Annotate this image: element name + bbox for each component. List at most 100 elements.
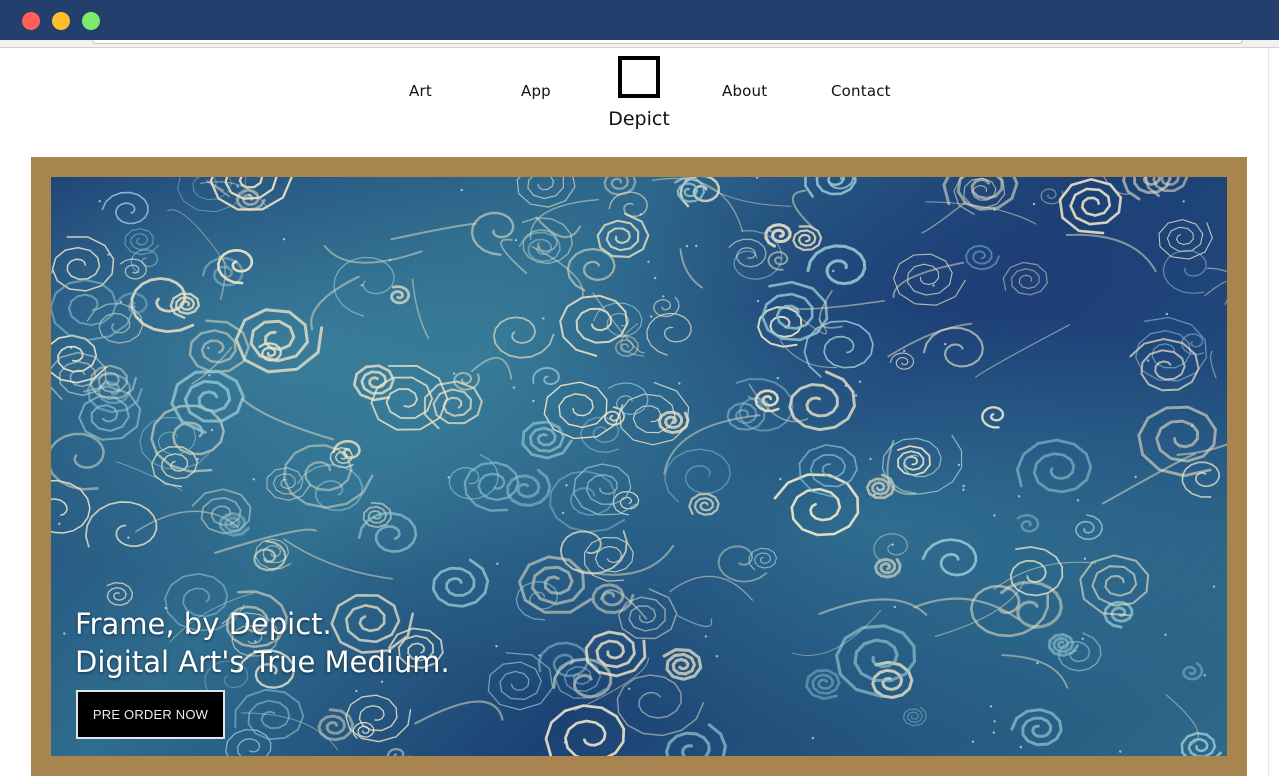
swirl-stroke [1182, 662, 1204, 681]
star-dot [447, 476, 450, 479]
window-zoom-icon[interactable] [82, 12, 100, 30]
swirl-stroke [170, 369, 246, 434]
star-dot [69, 346, 73, 349]
star-dot [989, 705, 993, 708]
swirl-stroke [806, 244, 867, 286]
swirl-stroke [544, 704, 626, 756]
swirl-stroke [764, 223, 792, 248]
address-bar[interactable] [92, 40, 1243, 44]
star-dot [127, 536, 130, 539]
star-dot [1212, 585, 1216, 588]
wave-stroke [1001, 654, 1069, 689]
nav-link-app[interactable]: App [521, 82, 551, 100]
wave-stroke [323, 244, 423, 264]
swirl-stroke [543, 381, 624, 440]
star-dot [107, 253, 110, 256]
swirl-stroke [532, 366, 560, 386]
swirl-stroke [1162, 249, 1207, 295]
star-dot [1119, 750, 1122, 753]
star-dot [932, 284, 935, 287]
wave-stroke [500, 238, 528, 275]
window-titlebar [0, 0, 1279, 40]
swirl-stroke [646, 312, 692, 356]
swirl-stroke [965, 244, 1000, 271]
star-dot [628, 687, 631, 690]
swirl-stroke [106, 581, 134, 606]
star-dot [1165, 312, 1169, 316]
swirl-stroke [225, 728, 272, 756]
star-dot [993, 514, 996, 517]
swirl-stroke [1002, 261, 1048, 296]
star-dot [962, 484, 965, 488]
wave-stroke [1204, 280, 1227, 305]
swirl-stroke [803, 320, 874, 378]
wave-stroke [283, 538, 394, 580]
star-dot [695, 244, 698, 248]
swirl-stroke [1129, 337, 1200, 392]
wave-stroke [779, 340, 838, 369]
wave-stroke [1209, 350, 1217, 379]
star-dot [1164, 633, 1167, 636]
square-outline-icon [618, 56, 660, 98]
star-dot [496, 562, 499, 565]
star-dot [58, 522, 61, 525]
star-dot [649, 315, 653, 318]
swirl-stroke [893, 253, 966, 306]
star-dot [715, 655, 719, 658]
star-dot [1146, 359, 1150, 362]
star-dot [654, 276, 657, 280]
scrollbar[interactable] [1268, 48, 1279, 776]
star-dot [248, 193, 251, 197]
swirl-stroke [902, 706, 927, 727]
swirl-stroke [688, 492, 720, 516]
star-dot [196, 457, 199, 461]
star-dot [873, 493, 876, 497]
swirl-stroke [664, 723, 728, 756]
star-dot [832, 269, 835, 273]
swirl-stroke [51, 236, 115, 292]
star-dot [119, 300, 123, 304]
star-dot [532, 399, 535, 403]
swirl-stroke [1135, 316, 1208, 382]
star-dot [98, 200, 101, 203]
browser-toolbar [0, 40, 1279, 48]
star-dot [755, 177, 759, 179]
star-dot [869, 457, 872, 461]
swirl-stroke [386, 747, 411, 756]
star-dot [355, 689, 358, 693]
star-dot [460, 188, 463, 192]
swirl-stroke [617, 588, 678, 640]
swirl-stroke [608, 382, 649, 415]
swirl-stroke [608, 191, 648, 218]
wave-stroke [310, 275, 360, 331]
swirl-stroke [357, 511, 418, 553]
wave-stroke [677, 615, 713, 627]
star-dot [565, 484, 568, 487]
depict-logo[interactable]: Depict [602, 56, 676, 136]
window-close-icon[interactable] [22, 12, 40, 30]
swirl-stroke [169, 292, 201, 319]
swirl-stroke [492, 316, 555, 359]
star-dot [844, 384, 847, 387]
star-dot [1032, 202, 1036, 206]
swirl-stroke [521, 420, 573, 460]
star-dot [858, 380, 862, 383]
star-dot [1083, 557, 1087, 560]
swirl-stroke [506, 468, 552, 507]
swirl-stroke [662, 648, 703, 681]
nav-link-contact[interactable]: Contact [831, 82, 891, 100]
swirl-stroke [805, 668, 841, 701]
swirl-stroke [889, 352, 915, 370]
nav-link-art[interactable]: Art [409, 82, 432, 100]
wave-stroke [1165, 694, 1199, 746]
swirl-stroke [1079, 554, 1150, 617]
wave-stroke [669, 575, 753, 601]
pre-order-button[interactable]: PRE ORDER NOW [76, 690, 225, 739]
swirl-stroke [390, 285, 411, 305]
star-dot [1019, 745, 1023, 749]
swirl-stroke [921, 538, 978, 577]
window-minimize-icon[interactable] [52, 12, 70, 30]
nav-link-about[interactable]: About [722, 82, 767, 100]
swirl-stroke [981, 406, 1005, 429]
swirl-stroke [549, 470, 626, 533]
